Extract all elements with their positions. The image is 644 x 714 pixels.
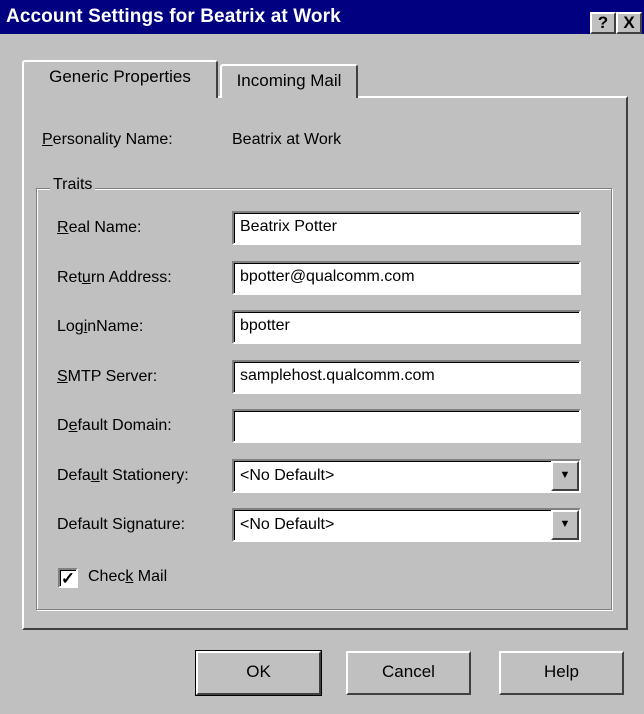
default-domain-field[interactable] (232, 409, 581, 443)
checkmark-icon: ✓ (60, 569, 76, 588)
cancel-button[interactable]: Cancel (346, 651, 471, 695)
login-name-label: LoginName: (57, 318, 144, 335)
title-bar: Account Settings for Beatrix at Work ? X (0, 0, 644, 34)
return-address-field[interactable]: bpotter@qualcomm.com (232, 261, 581, 295)
default-stationery-value: <No Default> (240, 467, 335, 484)
help-button[interactable]: ? (590, 12, 616, 34)
chevron-down-icon: ▼ (559, 469, 571, 481)
real-name-label: Real Name: (57, 219, 142, 236)
real-name-field[interactable]: Beatrix Potter (232, 211, 581, 245)
dropdown-arrow-button[interactable]: ▼ (551, 510, 579, 540)
check-mail-checkbox[interactable]: ✓ (58, 568, 78, 588)
personality-name-value: Beatrix at Work (232, 131, 342, 148)
default-signature-dropdown[interactable]: <No Default> ▼ (232, 508, 581, 542)
default-stationery-dropdown[interactable]: <No Default> ▼ (232, 459, 581, 493)
chevron-down-icon: ▼ (559, 518, 571, 530)
window-title: Account Settings for Beatrix at Work (6, 6, 341, 27)
close-button[interactable]: X (616, 12, 642, 34)
close-icon: X (623, 13, 635, 32)
default-stationery-label: Default Stationery: (57, 467, 189, 484)
default-signature-label: Default Signature: (57, 516, 186, 533)
help-dialog-button[interactable]: Help (499, 651, 624, 695)
traits-legend: Traits (50, 176, 96, 194)
tab-label: Generic Properties (49, 67, 191, 86)
smtp-server-label: SMTP Server: (57, 368, 158, 385)
traits-group (36, 188, 612, 610)
question-mark-icon: ? (597, 13, 609, 32)
return-address-label: Return Address: (57, 269, 172, 286)
tab-incoming-mail[interactable]: Incoming Mail (220, 64, 358, 98)
tab-label: Incoming Mail (236, 71, 342, 90)
tab-generic-properties[interactable]: Generic Properties (22, 60, 218, 98)
personality-name-label: Personality Name: (42, 131, 173, 148)
ok-button[interactable]: OK (195, 650, 322, 696)
default-domain-label: Default Domain: (57, 417, 172, 434)
default-signature-value: <No Default> (240, 516, 335, 533)
login-name-field[interactable]: bpotter (232, 310, 581, 344)
dropdown-arrow-button[interactable]: ▼ (551, 461, 579, 491)
check-mail-label[interactable]: Check Mail (88, 568, 167, 586)
smtp-server-field[interactable]: samplehost.qualcomm.com (232, 360, 581, 394)
